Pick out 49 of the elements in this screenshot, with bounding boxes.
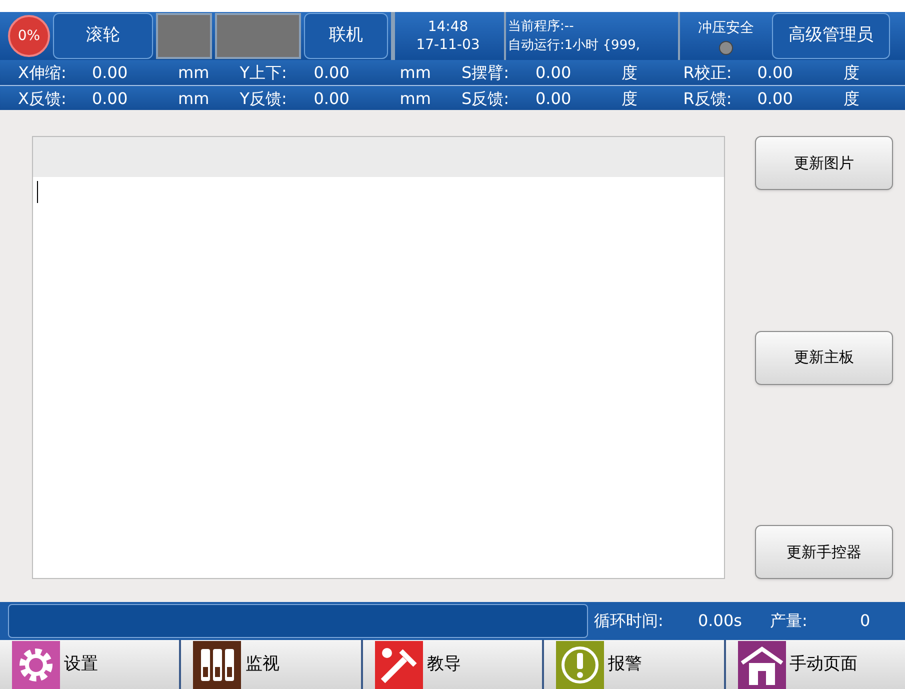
- update-button[interactable]: 更新手控器: [755, 525, 893, 579]
- cycle-time-label: 循环时间:: [594, 610, 664, 632]
- progress-indicator: 0%: [8, 15, 50, 57]
- text-area[interactable]: [32, 136, 725, 579]
- readout-value: 0.00: [314, 62, 350, 84]
- output-label: 产量:: [770, 610, 808, 632]
- readout-label: Y反馈:: [240, 88, 288, 110]
- nav-tab[interactable]: 教导: [360, 640, 542, 689]
- blank-button[interactable]: [156, 13, 212, 59]
- output-value: 0: [860, 610, 870, 632]
- readout-label: S摆臂:: [462, 62, 510, 84]
- readout-value: 0.00: [92, 62, 129, 84]
- readout-value: 0.00: [757, 88, 794, 110]
- readout-unit: mm: [178, 62, 210, 84]
- readout-unit: 度: [622, 88, 638, 110]
- readout-label: S反馈:: [462, 88, 510, 110]
- auto-run-label: 自动运行:1小时 {999,: [508, 37, 641, 55]
- readout-label: X伸缩:: [18, 62, 68, 84]
- readout-label: Y上下:: [240, 62, 288, 84]
- nav-tab[interactable]: 设置: [0, 640, 180, 689]
- readout-unit: 度: [843, 88, 860, 110]
- readout-label: R反馈:: [683, 88, 733, 110]
- online-button[interactable]: 联机: [304, 13, 388, 59]
- readout-label: X反馈:: [18, 88, 68, 110]
- readout-label: R校正:: [683, 62, 733, 84]
- user-button[interactable]: 高级管理员: [772, 13, 890, 59]
- update-button[interactable]: 更新主板: [755, 330, 893, 384]
- readout-unit: mm: [400, 88, 431, 110]
- nav-tab[interactable]: 手动页面: [724, 640, 905, 689]
- readout-unit: mm: [400, 62, 431, 84]
- mode-button[interactable]: 滚轮: [53, 13, 153, 59]
- readout-unit: 度: [843, 62, 860, 84]
- safety-label: 冲压安全: [698, 18, 754, 38]
- clock-date: 17-11-03: [416, 36, 480, 54]
- readout-value: 0.00: [314, 88, 350, 110]
- readout-unit: mm: [178, 88, 210, 110]
- clock-time: 14:48: [428, 18, 468, 36]
- readout-value: 0.00: [757, 62, 794, 84]
- cycle-time-value: 0.00s: [698, 610, 743, 632]
- text-cursor: [37, 181, 38, 203]
- blank-button[interactable]: [215, 13, 301, 59]
- nav-tab[interactable]: 监视: [179, 640, 361, 689]
- readout-unit: 度: [622, 62, 638, 84]
- update-button[interactable]: 更新图片: [755, 136, 893, 190]
- program-label: 当前程序:--: [508, 18, 575, 36]
- readout-value: 0.00: [92, 88, 129, 110]
- nav-tab[interactable]: 报警: [542, 640, 724, 689]
- readout-value: 0.00: [536, 62, 572, 84]
- readout-value: 0.00: [536, 88, 572, 110]
